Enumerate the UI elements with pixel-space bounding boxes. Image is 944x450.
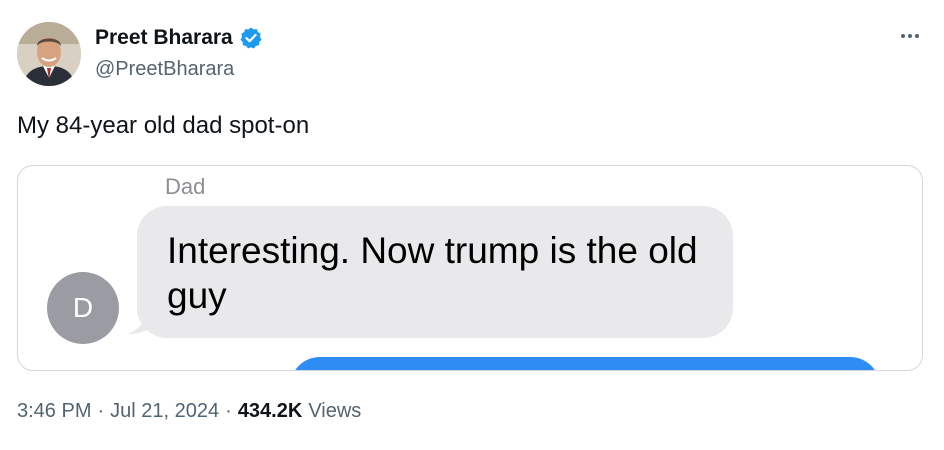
- incoming-message-bubble: Interesting. Now trump is the old guy: [137, 206, 733, 338]
- author-handle[interactable]: @PreetBharara: [95, 58, 234, 81]
- message-sender-name: Dad: [165, 174, 206, 199]
- author-name-row: Preet Bharara: [95, 26, 263, 50]
- tweet-date[interactable]: Jul 21, 2024: [110, 400, 219, 423]
- outgoing-message-bubble: [290, 357, 880, 370]
- views-label: Views: [308, 400, 362, 422]
- views-count: 434.2K: [237, 400, 303, 422]
- author-display-name[interactable]: Preet Bharara: [95, 26, 233, 50]
- incoming-message-text: Interesting. Now trump is the old guy: [167, 230, 698, 316]
- tweet-media-screenshot[interactable]: Dad Interesting. Now trump is the old gu…: [17, 165, 923, 371]
- meta-separator: ·: [97, 400, 105, 422]
- verified-badge-icon: [239, 26, 263, 50]
- contact-avatar: D: [47, 272, 119, 344]
- more-options-icon[interactable]: [898, 26, 922, 46]
- tweet-meta: 3:46 PM · Jul 21, 2024 · 434.2K Views: [17, 400, 361, 423]
- author-avatar[interactable]: [17, 22, 81, 86]
- contact-initial: D: [72, 292, 94, 323]
- tweet-text: My 84-year old dad spot-on: [17, 112, 310, 139]
- tweet-time[interactable]: 3:46 PM: [17, 400, 91, 423]
- meta-separator: ·: [225, 400, 232, 422]
